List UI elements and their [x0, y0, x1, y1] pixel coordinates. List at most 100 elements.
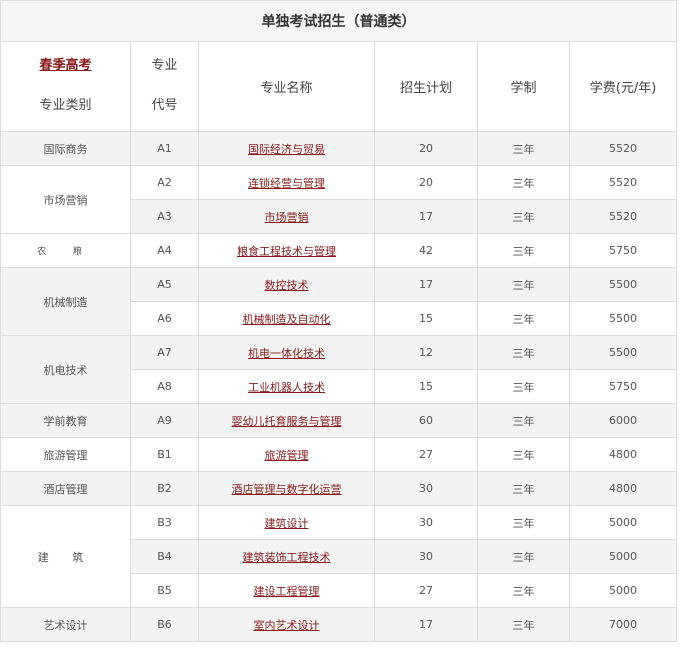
major-name-cell: 室内艺术设计: [198, 607, 375, 642]
major-link[interactable]: 酒店管理与数字化运营: [232, 483, 342, 496]
code-cell: A9: [130, 403, 199, 438]
table-title: 单独考试招生（普通类）: [0, 0, 678, 42]
table-row: 机电技术 A7 机电一体化技术 12 三年 5500: [0, 335, 678, 404]
code-cell: A4: [130, 233, 199, 268]
fee-cell: 5750: [568, 369, 678, 404]
title-row: 单独考试招生（普通类）: [0, 0, 678, 42]
fee-cell: 5520: [568, 199, 678, 234]
duration-cell: 三年: [477, 539, 570, 574]
major-link[interactable]: 建筑设计: [265, 517, 309, 530]
category-cell: 建 筑: [0, 505, 131, 608]
major-link[interactable]: 粮食工程技术与管理: [237, 245, 336, 258]
duration-cell: 三年: [477, 607, 570, 642]
duration-cell: 三年: [477, 267, 570, 302]
table-row: 艺术设计 B6 室内艺术设计 17 三年 7000: [0, 607, 678, 642]
fee-cell: 7000: [568, 607, 678, 642]
category-cell: 旅游管理: [0, 437, 131, 472]
code-cell: A2: [130, 165, 199, 200]
code-cell: A1: [130, 131, 199, 166]
major-link[interactable]: 数控技术: [265, 279, 309, 292]
header-row: 春季高考 专业类别 专业 代号 专业名称 招生计划 学制 学费(元/年): [0, 41, 678, 132]
spring-exam-link[interactable]: 春季高考: [39, 58, 91, 73]
major-name-cell: 酒店管理与数字化运营: [198, 471, 375, 506]
duration-cell: 三年: [477, 403, 570, 438]
plan-cell: 30: [374, 471, 478, 506]
major-name-cell: 市场营销: [198, 199, 375, 234]
major-link[interactable]: 市场营销: [265, 211, 309, 224]
major-link[interactable]: 旅游管理: [265, 449, 309, 462]
major-link[interactable]: 建设工程管理: [254, 585, 320, 598]
duration-cell: 三年: [477, 165, 570, 200]
fee-cell: 5500: [568, 335, 678, 370]
fee-cell: 4800: [568, 437, 678, 472]
major-name-cell: 旅游管理: [198, 437, 375, 472]
category-cell: 农 粮: [0, 233, 131, 268]
major-name-cell: 连锁经营与管理: [198, 165, 375, 200]
plan-cell: 17: [374, 267, 478, 302]
plan-cell: 30: [374, 505, 478, 540]
fee-cell: 5000: [568, 539, 678, 574]
duration-cell: 三年: [477, 437, 570, 472]
duration-cell: 三年: [477, 335, 570, 370]
duration-cell: 三年: [477, 505, 570, 540]
major-name-cell: 工业机器人技术: [198, 369, 375, 404]
header-name: 专业名称: [198, 41, 375, 132]
plan-cell: 17: [374, 199, 478, 234]
major-link[interactable]: 国际经济与贸易: [248, 143, 325, 156]
major-link[interactable]: 机械制造及自动化: [243, 313, 331, 326]
code-cell: B3: [130, 505, 199, 540]
code-cell: A3: [130, 199, 199, 234]
code-cell: A6: [130, 301, 199, 336]
fee-cell: 6000: [568, 403, 678, 438]
plan-cell: 15: [374, 369, 478, 404]
fee-cell: 5520: [568, 131, 678, 166]
code-cell: B6: [130, 607, 199, 642]
category-cell: 机械制造: [0, 267, 131, 336]
fee-cell: 5500: [568, 267, 678, 302]
code-cell: A8: [130, 369, 199, 404]
plan-cell: 27: [374, 437, 478, 472]
major-link[interactable]: 婴幼儿托育服务与管理: [232, 415, 342, 428]
plan-cell: 30: [374, 539, 478, 574]
fee-cell: 4800: [568, 471, 678, 506]
table-row: 农 粮 A4 粮食工程技术与管理 42 三年 5750: [0, 233, 678, 268]
table-row: 机械制造 A5 数控技术 17 三年 5500: [0, 267, 678, 336]
code-cell: B5: [130, 573, 199, 608]
major-name-cell: 机械制造及自动化: [198, 301, 375, 336]
table-row: 国际商务 A1 国际经济与贸易 20 三年 5520: [0, 131, 678, 166]
major-name-cell: 建设工程管理: [198, 573, 375, 608]
major-link[interactable]: 连锁经营与管理: [248, 177, 325, 190]
major-name-cell: 机电一体化技术: [198, 335, 375, 370]
major-name-cell: 国际经济与贸易: [198, 131, 375, 166]
plan-cell: 15: [374, 301, 478, 336]
header-duration: 学制: [477, 41, 570, 132]
duration-cell: 三年: [477, 131, 570, 166]
plan-cell: 42: [374, 233, 478, 268]
header-code-line1: 专业: [151, 58, 178, 73]
table-row: 建 筑 B3 建筑设计 30 三年 5000: [0, 505, 678, 608]
major-link[interactable]: 建筑装饰工程技术: [243, 551, 331, 564]
code-cell: A7: [130, 335, 199, 370]
major-link[interactable]: 室内艺术设计: [254, 619, 320, 632]
fee-cell: 5750: [568, 233, 678, 268]
header-code-line2: 代号: [151, 98, 178, 113]
admission-table: 单独考试招生（普通类） 春季高考 专业类别 专业 代号 专业名称 招生计划 学制…: [0, 0, 678, 642]
fee-cell: 5520: [568, 165, 678, 200]
header-category-cell: 春季高考 专业类别: [0, 41, 131, 132]
plan-cell: 17: [374, 607, 478, 642]
fee-cell: 5000: [568, 505, 678, 540]
code-cell: B4: [130, 539, 199, 574]
category-cell: 酒店管理: [0, 471, 131, 506]
major-link[interactable]: 机电一体化技术: [248, 347, 325, 360]
category-cell: 学前教育: [0, 403, 131, 438]
plan-cell: 60: [374, 403, 478, 438]
duration-cell: 三年: [477, 233, 570, 268]
header-fee: 学费(元/年): [568, 41, 678, 132]
category-cell: 市场营销: [0, 165, 131, 234]
table-row: 市场营销 A2 连锁经营与管理 20 三年 5520: [0, 165, 678, 234]
duration-cell: 三年: [477, 369, 570, 404]
table-row: 酒店管理 B2 酒店管理与数字化运营 30 三年 4800: [0, 471, 678, 506]
code-cell: B1: [130, 437, 199, 472]
category-cell: 机电技术: [0, 335, 131, 404]
major-link[interactable]: 工业机器人技术: [248, 381, 325, 394]
